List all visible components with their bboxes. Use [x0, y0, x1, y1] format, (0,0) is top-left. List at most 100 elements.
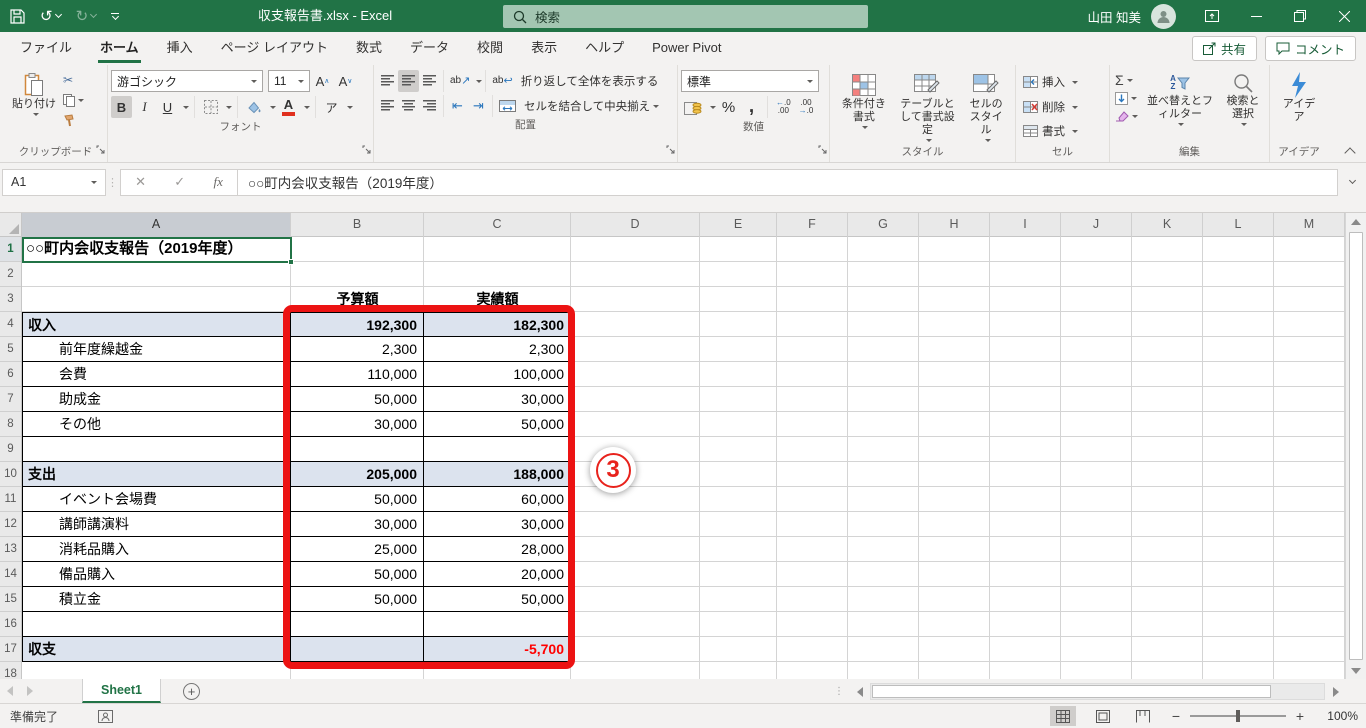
comments-button[interactable]: コメント [1264, 36, 1356, 61]
save-button[interactable] [10, 8, 25, 24]
cell-C12[interactable]: 30,000 [424, 512, 571, 537]
align-left-button[interactable] [377, 95, 398, 117]
increase-decimal-button[interactable]: ←.0.00 [773, 99, 794, 115]
percent-style-button[interactable]: % [718, 96, 739, 118]
cell-B17[interactable] [291, 637, 424, 662]
accounting-format-button[interactable] [681, 96, 705, 118]
align-center-button[interactable] [398, 95, 419, 117]
ribbon-tab-0[interactable]: ファイル [6, 32, 86, 65]
prev-sheet-arrow[interactable] [0, 679, 20, 703]
column-header-M[interactable]: M [1274, 213, 1345, 237]
zoom-in-button[interactable]: + [1294, 708, 1306, 724]
row-header-15[interactable]: 15 [0, 587, 21, 612]
merge-center-button[interactable] [496, 95, 519, 117]
borders-button[interactable] [200, 96, 221, 118]
ribbon-tab-8[interactable]: ヘルプ [571, 32, 638, 65]
decrease-decimal-button[interactable]: .00 →.0 [796, 99, 817, 115]
search-box[interactable]: 検索 [503, 5, 868, 28]
phonetic-guide-button[interactable]: ア [321, 96, 342, 118]
formula-input[interactable]: ○○町内会収支報告（2019年度） [238, 168, 1338, 196]
format-as-table-button[interactable]: テーブルとして書式設定 [895, 68, 961, 145]
row-header-9[interactable]: 9 [0, 437, 21, 462]
cell-B15[interactable]: 50,000 [291, 587, 424, 612]
ribbon-tab-3[interactable]: ページ レイアウト [207, 32, 342, 65]
font-size-select[interactable]: 11 [268, 70, 310, 92]
ribbon-tab-1[interactable]: ホーム [86, 32, 153, 65]
column-header-B[interactable]: B [291, 213, 424, 237]
font-name-select[interactable]: 游ゴシック [111, 70, 263, 92]
italic-button[interactable]: I [134, 96, 155, 118]
cell-A17[interactable]: 収支 [22, 637, 291, 662]
cell-A15[interactable]: 積立金 [22, 587, 291, 612]
row-header-1[interactable]: 1 [0, 237, 21, 262]
cell-B12[interactable]: 30,000 [291, 512, 424, 537]
clear-button[interactable] [1115, 108, 1138, 124]
scroll-down-arrow[interactable] [1346, 662, 1366, 679]
cell-A16[interactable] [22, 612, 291, 637]
clipboard-dialog-launcher[interactable] [96, 141, 105, 159]
zoom-slider-thumb[interactable] [1236, 710, 1240, 722]
find-select-button[interactable]: 検索と選択 [1220, 68, 1266, 145]
comma-style-button[interactable]: , [741, 96, 762, 118]
fill-button[interactable] [1115, 90, 1138, 106]
autosum-button[interactable]: Σ [1115, 72, 1138, 88]
align-middle-button[interactable] [398, 69, 419, 92]
bold-button[interactable]: B [111, 96, 132, 118]
number-dialog-launcher[interactable] [818, 141, 827, 159]
cell-B3[interactable]: 予算額 [291, 287, 424, 312]
underline-button[interactable]: U [157, 96, 178, 118]
cell-A9[interactable] [22, 437, 291, 462]
user-avatar[interactable] [1151, 3, 1176, 29]
increase-indent-button[interactable]: ⇥ [468, 95, 489, 117]
ideas-button[interactable]: アイデア [1273, 68, 1325, 145]
row-header-3[interactable]: 3 [0, 287, 21, 312]
cell-A6[interactable]: 会費 [22, 362, 291, 387]
cell-B7[interactable]: 50,000 [291, 387, 424, 412]
row-header-2[interactable]: 2 [0, 262, 21, 287]
cell-C3[interactable]: 実績額 [424, 287, 571, 312]
row-header-13[interactable]: 13 [0, 537, 21, 562]
cut-button[interactable]: ✂ [63, 72, 84, 88]
cell-C5[interactable]: 2,300 [424, 337, 571, 362]
cell-B8[interactable]: 30,000 [291, 412, 424, 437]
restore-button[interactable] [1278, 0, 1322, 32]
fill-color-button[interactable] [243, 96, 265, 118]
cell-A14[interactable]: 備品購入 [22, 562, 291, 587]
cell-A12[interactable]: 講師講演料 [22, 512, 291, 537]
column-header-J[interactable]: J [1061, 213, 1132, 237]
column-header-A[interactable]: A [22, 213, 291, 237]
cell-A3[interactable] [22, 287, 291, 312]
row-header-7[interactable]: 7 [0, 387, 21, 412]
cell-C17[interactable]: -5,700 [424, 637, 571, 662]
cell-B4[interactable]: 192,300 [291, 312, 424, 337]
format-painter-button[interactable] [63, 112, 84, 128]
enter-button[interactable]: ✓ [174, 174, 185, 190]
zoom-slider[interactable] [1190, 710, 1286, 722]
cell-C9[interactable] [424, 437, 571, 462]
scrollbar-gripper[interactable]: ⋮ [834, 686, 845, 697]
column-header-E[interactable]: E [700, 213, 777, 237]
status-mode[interactable]: 準備完了 [10, 708, 58, 725]
row-header-10[interactable]: 10 [0, 462, 21, 487]
cell-A8[interactable]: その他 [22, 412, 291, 437]
cell-B9[interactable] [291, 437, 424, 462]
cell-B11[interactable]: 50,000 [291, 487, 424, 512]
row-header-4[interactable]: 4 [0, 312, 21, 337]
cell-C7[interactable]: 30,000 [424, 387, 571, 412]
cell-C16[interactable] [424, 612, 571, 637]
merge-center-label[interactable]: セルを結合して中央揃え [524, 98, 650, 114]
column-header-I[interactable]: I [990, 213, 1061, 237]
grid-area[interactable]: ○○町内会収支報告（2019年度） 予算額 実績額 収入 192,300 182,300… [22, 237, 1345, 679]
copy-button[interactable] [63, 92, 84, 108]
vertical-scroll-thumb[interactable] [1349, 232, 1363, 660]
cell-A1[interactable]: ○○町内会収支報告（2019年度） [22, 237, 291, 262]
delete-cells-button[interactable]: 削除 [1023, 96, 1106, 117]
cell-A10[interactable]: 支出 [22, 462, 291, 487]
row-header-17[interactable]: 17 [0, 637, 21, 662]
cell-B6[interactable]: 110,000 [291, 362, 424, 387]
vertical-scrollbar[interactable] [1345, 213, 1366, 679]
row-header-18[interactable]: 18 [0, 662, 21, 679]
column-header-C[interactable]: C [424, 213, 571, 237]
row-header-16[interactable]: 16 [0, 612, 21, 637]
align-top-button[interactable] [377, 70, 398, 92]
